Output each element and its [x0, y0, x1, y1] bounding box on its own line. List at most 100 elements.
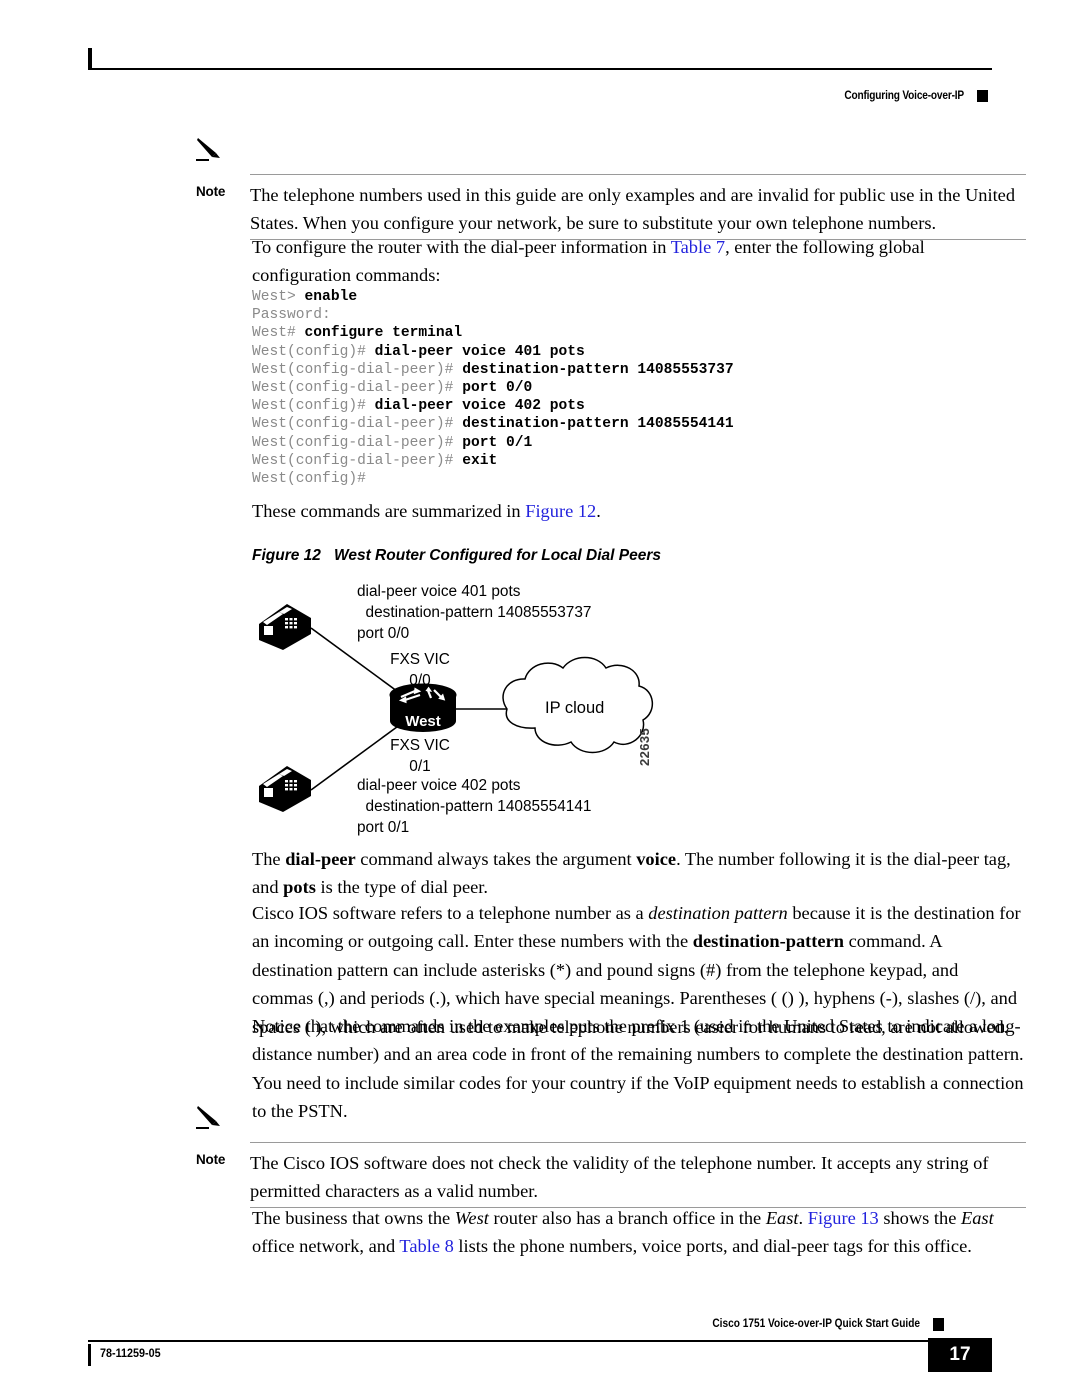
network-diagram: West dial-peer voice 401 pots destinatio…	[245, 578, 675, 846]
code-command: destination-pattern 14085554141	[462, 416, 734, 433]
summary-text-part2: .	[596, 501, 601, 521]
br-text-6: lists the phone numbers, voice ports, an…	[453, 1236, 972, 1257]
br-text-1: The business that owns the	[252, 1208, 455, 1228]
figure-13-link[interactable]: Figure 13	[808, 1208, 879, 1228]
dp-bold-pots: pots	[283, 877, 316, 898]
header-title: Configuring Voice-over-IP	[844, 90, 964, 102]
note-rule-top	[250, 174, 1026, 175]
code-prompt: West#	[252, 325, 305, 342]
intro-text-part1: To configure the router with the dial-pe…	[252, 237, 671, 257]
note-label: Note	[196, 184, 226, 199]
br-text-3: .	[798, 1208, 808, 1228]
fxs-vic-bottom-label-line1: FXS VIC	[390, 737, 450, 754]
figure-title: West Router Configured for Local Dial Pe…	[334, 547, 661, 564]
dial-peer-paragraph: The dial-peer command always takes the a…	[252, 845, 1024, 902]
code-line: West(config)# dial-peer voice 401 pots	[252, 343, 952, 361]
code-prompt: West(config-dial-peer)#	[252, 361, 463, 378]
pencil-icon	[196, 138, 220, 161]
intro-paragraph: To configure the router with the dial-pe…	[252, 233, 1024, 290]
code-prompt: West(config)#	[252, 471, 366, 488]
dp-bold-voice: voice	[636, 849, 677, 869]
dp-text-2: command always takes the argument	[355, 849, 637, 869]
prefix-paragraph: Notice that the commands in the examples…	[252, 1016, 1024, 1122]
dp-text-4: is the type of dial peer.	[315, 877, 488, 898]
footer-tick-mark	[88, 1344, 91, 1366]
figure-12-link[interactable]: Figure 12	[525, 501, 596, 521]
dpat-text-1: Cisco IOS software refers to a telephone…	[252, 903, 649, 923]
page-number: 17	[949, 1344, 971, 1365]
code-line: West(config-dial-peer)# destination-patt…	[252, 415, 952, 433]
note-text: The Cisco IOS software does not check th…	[250, 1153, 989, 1201]
code-line: West(config)#	[252, 470, 952, 488]
code-line: West(config)# dial-peer voice 402 pots	[252, 397, 952, 415]
dial-peer-402-label-line3: port 0/1	[357, 819, 410, 836]
br-italic-east-1: East	[765, 1208, 799, 1228]
pencil-icon	[196, 1106, 220, 1129]
router-name-label: West	[405, 713, 441, 730]
code-line: Password:	[252, 306, 952, 324]
code-line: West(config-dial-peer)# port 0/1	[252, 434, 952, 452]
fxs-vic-top-label-line2: 0/0	[409, 672, 431, 689]
cli-code-block: West> enable Password: West# configure ter…	[252, 288, 952, 488]
summary-text-part1: These commands are summarized in	[252, 501, 526, 521]
code-command: dial-peer voice 402 pots	[374, 398, 585, 415]
figure-graphic-id: 22635	[637, 727, 652, 766]
dp-text-1: The	[252, 849, 286, 869]
dpat-bold-destination-pattern: destination-pattern	[692, 931, 844, 952]
footer-guide-title: Cisco 1751 Voice-over-IP Quick Start Gui…	[712, 1318, 920, 1330]
dial-peer-401-label-line3: port 0/0	[357, 625, 410, 642]
ip-cloud-label: IP cloud	[545, 699, 605, 717]
code-line: West(config-dial-peer)# exit	[252, 452, 952, 470]
dp-bold-dial-peer: dial-peer	[285, 849, 356, 869]
code-line: West(config-dial-peer)# destination-patt…	[252, 361, 952, 379]
code-prompt: Password:	[252, 307, 331, 324]
footer-square-marker	[933, 1318, 944, 1331]
note-label: Note	[196, 1152, 226, 1167]
figure-number: Figure 12	[252, 547, 321, 564]
code-prompt: West(config)#	[252, 343, 375, 360]
fxs-vic-bottom-label-line2: 0/1	[409, 758, 431, 775]
dial-peer-402-label-line2: destination-pattern 14085554141	[357, 798, 592, 815]
summary-paragraph: These commands are summarized in Figure …	[252, 497, 1024, 525]
document-page: Configuring Voice-over-IP Note The telep…	[0, 0, 1080, 1397]
code-line: West# configure terminal	[252, 324, 952, 342]
code-command: destination-pattern 14085553737	[462, 361, 734, 378]
br-italic-west: West	[454, 1208, 489, 1228]
table-7-link[interactable]: Table 7	[671, 237, 725, 257]
table-8-link[interactable]: Table 8	[399, 1236, 453, 1256]
note-text: The telephone numbers used in this guide…	[250, 185, 1016, 233]
dial-peer-401-label-line2: destination-pattern 14085553737	[357, 604, 592, 621]
code-prompt: West(config-dial-peer)#	[252, 416, 463, 433]
code-prompt: West(config-dial-peer)#	[252, 434, 463, 451]
code-command: port 0/1	[462, 434, 533, 451]
code-line: West(config-dial-peer)# port 0/0	[252, 379, 952, 397]
dial-peer-402-label-line1: dial-peer voice 402 pots	[357, 777, 521, 794]
code-command: exit	[462, 452, 498, 469]
dial-peer-401-label-line1: dial-peer voice 401 pots	[357, 583, 521, 600]
code-prompt: West>	[252, 289, 305, 305]
phone-icon-top	[259, 604, 311, 650]
br-text-2: router also has a branch office in the	[488, 1208, 766, 1228]
page-footer: Cisco 1751 Voice-over-IP Quick Start Gui…	[88, 1318, 992, 1380]
header-rule	[88, 68, 992, 70]
code-command: configure terminal	[304, 325, 463, 342]
code-line: West> enable	[252, 288, 952, 306]
code-prompt: West(config-dial-peer)#	[252, 452, 463, 469]
page-header: Configuring Voice-over-IP	[88, 40, 992, 102]
dpat-italic-destination-pattern: destination pattern	[648, 903, 788, 923]
br-italic-east-2: East	[960, 1208, 994, 1228]
phone-icon-bottom	[259, 766, 311, 812]
code-command: dial-peer voice 401 pots	[374, 343, 585, 360]
header-tick-mark	[88, 48, 92, 70]
br-text-5: office network, and	[252, 1236, 400, 1257]
branch-office-paragraph: The business that owns the West router a…	[252, 1204, 1024, 1261]
fxs-vic-top-label-line1: FXS VIC	[390, 651, 450, 668]
header-square-marker	[977, 90, 988, 102]
footer-rule	[88, 1340, 946, 1342]
note-rule-top	[250, 1142, 1026, 1143]
br-text-4: shows the	[878, 1208, 961, 1228]
code-prompt: West(config)#	[252, 398, 375, 415]
code-prompt: West(config-dial-peer)#	[252, 380, 463, 397]
code-command: enable	[304, 289, 358, 305]
footer-document-id: 78-11259-05	[100, 1346, 161, 1360]
